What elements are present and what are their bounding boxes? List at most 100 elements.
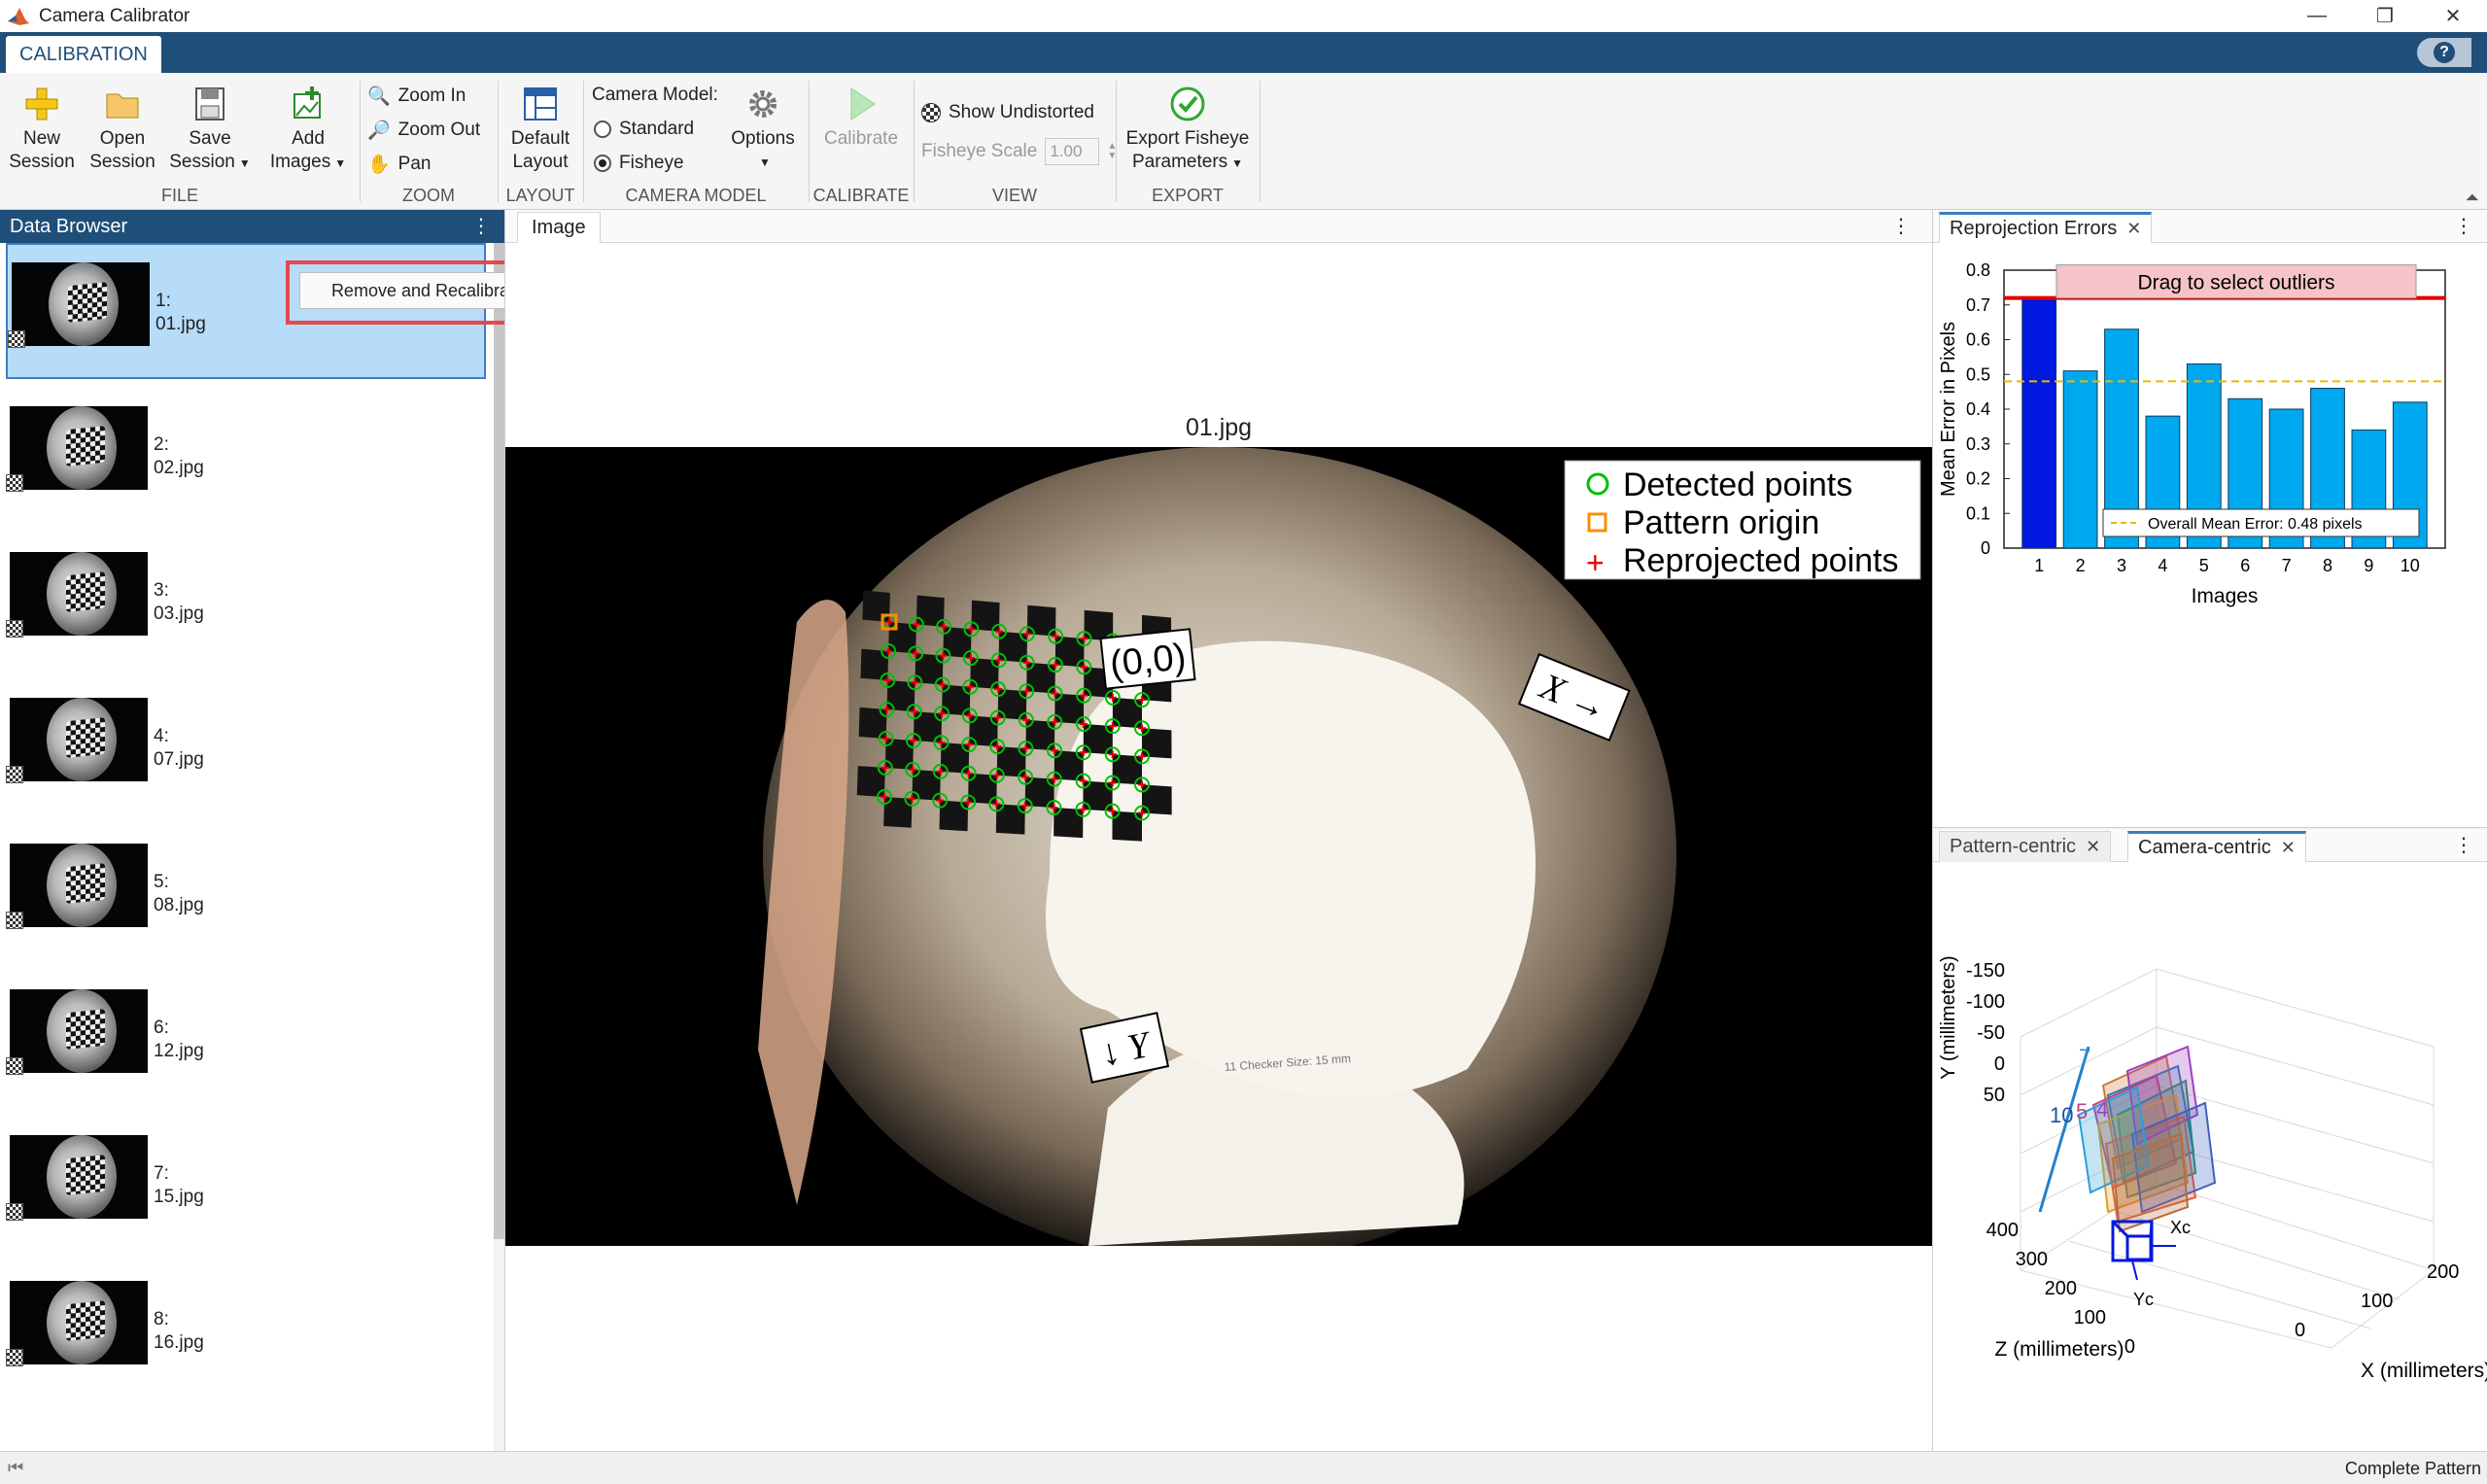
thumbnail-label: 4: 07.jpg bbox=[154, 725, 204, 772]
y-tick-label: 0.3 bbox=[1966, 434, 1990, 454]
new-session-button[interactable]: New Session bbox=[8, 85, 76, 174]
thumbnail-image bbox=[12, 262, 150, 346]
thumbnail-label: 7: 15.jpg bbox=[154, 1162, 204, 1209]
hand-icon: ✋ bbox=[367, 155, 391, 175]
zoom-in-icon: 🔍 bbox=[367, 86, 391, 107]
thumbnail-label: 6: 12.jpg bbox=[154, 1017, 204, 1063]
section-label-file: FILE bbox=[160, 186, 198, 205]
x-tick-label: 9 bbox=[2364, 556, 2373, 575]
camera-y-axis-label: Yc bbox=[2133, 1290, 2154, 1309]
reprojection-errors-chart[interactable]: 0 0.1 0.2 0.3 0.4 0.5 0.6 0.7 0.8 1 2 3 4 5 6 7 8 9 10 Dr… bbox=[1933, 243, 2487, 826]
section-divider bbox=[1116, 81, 1117, 202]
plane-label-7: 7 bbox=[2079, 1045, 2090, 1069]
zoom-out-button[interactable]: 🔎 Zoom Out bbox=[367, 119, 480, 142]
thumbnail-index: 8: bbox=[154, 1309, 169, 1329]
thumbnail-filename: 15.jpg bbox=[154, 1187, 204, 1207]
default-layout-label-1: Default bbox=[510, 128, 570, 149]
save-session-button[interactable]: Save Session ▼ bbox=[167, 85, 253, 175]
open-session-label-2: Session bbox=[89, 152, 155, 172]
scrollbar-thumb[interactable] bbox=[494, 243, 504, 1239]
section-divider bbox=[583, 81, 584, 202]
image-title: 01.jpg bbox=[1185, 414, 1253, 441]
export-label-1: Export Fisheye bbox=[1125, 128, 1250, 149]
panel-menu-icon[interactable]: ⋮ bbox=[2454, 833, 2473, 857]
list-item[interactable]: 4: 07.jpg bbox=[6, 680, 486, 816]
add-images-label-1: Add bbox=[292, 128, 325, 149]
thumbnail-filename: 01.jpg bbox=[155, 314, 206, 334]
data-browser-title: Data Browser bbox=[10, 215, 128, 237]
thumbnail-label: 5: 08.jpg bbox=[154, 871, 204, 917]
save-session-label-2: Session bbox=[169, 152, 235, 172]
zoom-in-label: Zoom In bbox=[397, 86, 466, 106]
list-item[interactable]: 5: 08.jpg bbox=[6, 826, 486, 962]
list-item[interactable]: 2: 02.jpg bbox=[6, 389, 486, 525]
options-button[interactable]: Options ▼ bbox=[721, 85, 805, 174]
radio-fisheye-indicator[interactable] bbox=[594, 155, 611, 172]
add-images-icon bbox=[294, 86, 321, 119]
tab-calibration[interactable]: CALIBRATION bbox=[6, 36, 161, 73]
panel-menu-icon[interactable]: ⋮ bbox=[1891, 214, 1911, 238]
thumbnail-image bbox=[10, 406, 148, 490]
y-tick-label: 50 bbox=[1984, 1085, 2005, 1106]
help-button[interactable]: ? bbox=[2417, 38, 2471, 67]
bar-image-2[interactable] bbox=[2062, 370, 2098, 549]
legend-origin-label: Pattern origin bbox=[1623, 504, 1819, 541]
dropdown-caret-icon: ▼ bbox=[334, 156, 347, 170]
tab-camera-centric[interactable]: Camera-centric ✕ bbox=[2127, 831, 2306, 862]
checker-square bbox=[858, 707, 887, 739]
window-title: Camera Calibrator bbox=[39, 5, 190, 26]
y-tick-label: 0.5 bbox=[1966, 364, 1990, 384]
close-icon[interactable]: ✕ bbox=[2086, 837, 2100, 857]
collapse-toolstrip-icon[interactable]: ⏶ bbox=[2466, 188, 2479, 208]
show-undistorted-button[interactable]: Show Undistorted bbox=[921, 102, 1094, 123]
fisheye-scale-input[interactable] bbox=[1045, 138, 1100, 165]
panel-menu-icon[interactable]: ⋮ bbox=[471, 214, 491, 238]
y-tick-label: 0 bbox=[1994, 1053, 2005, 1075]
z-tick-label: 100 bbox=[2074, 1307, 2106, 1329]
gear-icon bbox=[749, 90, 777, 118]
tab-pattern-centric[interactable]: Pattern-centric ✕ bbox=[1939, 831, 2112, 862]
scrollbar[interactable] bbox=[494, 243, 504, 1451]
close-icon[interactable]: ✕ bbox=[2281, 838, 2296, 858]
hand-region bbox=[758, 600, 849, 1205]
panel-menu-icon[interactable]: ⋮ bbox=[2454, 214, 2473, 238]
zoom-in-button[interactable]: 🔍 Zoom In bbox=[367, 85, 466, 108]
minimize-button[interactable]: — bbox=[2283, 0, 2351, 32]
tab-image[interactable]: Image bbox=[517, 212, 601, 243]
list-item[interactable]: 6: 12.jpg bbox=[6, 972, 486, 1108]
checkerboard-badge-icon bbox=[8, 330, 25, 348]
list-item[interactable]: 8: 16.jpg bbox=[6, 1263, 486, 1399]
close-window-button[interactable]: ✕ bbox=[2419, 0, 2487, 32]
extrinsics-3d-plot[interactable]: 10 5 7 4 Xc Yc -150 -100 -50 0 50 400 300 200 1… bbox=[1933, 862, 2487, 1445]
y-tick-label: -150 bbox=[1966, 960, 2005, 982]
thumbnail-image bbox=[10, 1281, 148, 1364]
title-bar: Camera Calibrator — ❐ ✕ bbox=[0, 0, 2487, 32]
calibrate-button[interactable]: Calibrate bbox=[814, 85, 908, 151]
tab-reprojection-errors[interactable]: Reprojection Errors ✕ bbox=[1939, 212, 2153, 243]
checkerboard-badge-icon bbox=[6, 766, 23, 783]
default-layout-button[interactable]: Default Layout bbox=[503, 85, 577, 174]
thumbnail-label: 3: 03.jpg bbox=[154, 579, 204, 626]
radio-standard[interactable]: Standard bbox=[594, 119, 694, 140]
image-tab-bar: Image ⋮ bbox=[505, 210, 1932, 243]
add-images-button[interactable]: Add Images ▼ bbox=[264, 85, 352, 175]
x-tick-label: 6 bbox=[2240, 556, 2250, 575]
layout-icon bbox=[524, 87, 557, 121]
restore-button[interactable]: ❐ bbox=[2351, 0, 2419, 32]
checkerboard-badge-icon bbox=[6, 1349, 23, 1366]
z-tick-label: 300 bbox=[2016, 1249, 2048, 1270]
thumbnail-index: 6: bbox=[154, 1018, 169, 1038]
radio-fisheye[interactable]: Fisheye bbox=[594, 153, 684, 174]
pan-button[interactable]: ✋ Pan bbox=[367, 153, 431, 176]
list-item[interactable]: 3: 03.jpg bbox=[6, 535, 486, 671]
origin-label: (0,0) bbox=[1099, 628, 1196, 690]
close-icon[interactable]: ✕ bbox=[2126, 219, 2141, 239]
list-item[interactable]: 7: 15.jpg bbox=[6, 1118, 486, 1254]
export-label-2: Parameters bbox=[1131, 152, 1228, 172]
open-session-button[interactable]: Open Session bbox=[87, 85, 157, 174]
bar-image-1[interactable] bbox=[2021, 297, 2057, 549]
calibration-image[interactable]: (0,0) X → ↓ Y 11 Checker Size: 15 mm Det… bbox=[505, 447, 1932, 1246]
camera-icon bbox=[2111, 1220, 2176, 1281]
export-parameters-button[interactable]: Export Fisheye Parameters ▼ bbox=[1122, 85, 1254, 175]
radio-standard-indicator[interactable] bbox=[594, 121, 611, 138]
